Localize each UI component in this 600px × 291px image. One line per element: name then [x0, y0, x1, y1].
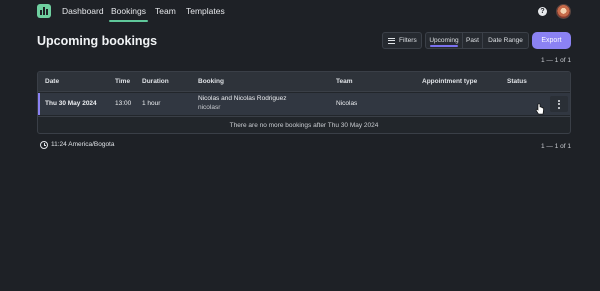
row-booking-title[interactable]: Nicolas and Nicolas Rodriguez [198, 95, 287, 103]
timezone-indicator: 11:24 America/Bogota [40, 141, 114, 149]
column-header-duration[interactable]: Duration [142, 78, 169, 86]
column-header-booking[interactable]: Booking [198, 78, 224, 86]
segment-date-range[interactable]: Date Range [483, 33, 528, 48]
table-header: Date Time Duration Booking Team Appointm… [38, 72, 570, 92]
mouse-cursor-icon [535, 103, 544, 115]
row-duration: 1 hour [142, 100, 161, 107]
row-more-options-icon[interactable] [550, 96, 568, 112]
filters-button[interactable]: Filters [382, 32, 422, 49]
app-logo-icon[interactable] [37, 4, 51, 18]
nav-item-dashboard[interactable]: Dashboard [62, 6, 104, 17]
column-header-appointment-type[interactable]: Appointment type [422, 78, 477, 86]
pagination-summary-bottom: 1 — 1 of 1 [541, 143, 571, 150]
column-header-status[interactable]: Status [507, 78, 527, 86]
table-footer-message: There are no more bookings after Thu 30 … [38, 116, 570, 133]
timezone-label: 11:24 America/Bogota [51, 141, 115, 148]
bookings-table: Date Time Duration Booking Team Appointm… [37, 71, 571, 134]
filters-icon [388, 37, 395, 44]
nav-item-bookings[interactable]: Bookings [109, 6, 148, 22]
column-header-team[interactable]: Team [336, 78, 353, 86]
filters-label: Filters [399, 37, 417, 44]
pagination-summary-top: 1 — 1 of 1 [541, 57, 571, 64]
top-nav: Dashboard Bookings Team Templates ? [0, 0, 600, 24]
clock-icon [40, 141, 48, 149]
nav-item-templates[interactable]: Templates [186, 6, 225, 17]
page-title: Upcoming bookings [37, 34, 158, 48]
row-booking-user: nicolasr [198, 104, 221, 111]
column-header-date[interactable]: Date [45, 78, 59, 86]
help-icon[interactable]: ? [538, 7, 547, 16]
segment-past[interactable]: Past [463, 33, 483, 48]
column-header-time[interactable]: Time [115, 78, 130, 86]
booking-range-segmented-control: Upcoming Past Date Range [425, 32, 529, 49]
table-row[interactable]: Thu 30 May 2024 13:00 1 hour Nicolas and… [38, 93, 570, 115]
segment-upcoming[interactable]: Upcoming [426, 33, 463, 48]
export-button[interactable]: Export [532, 32, 571, 49]
user-avatar[interactable] [556, 4, 571, 19]
row-time: 13:00 [115, 100, 132, 107]
nav-item-team[interactable]: Team [155, 6, 176, 17]
row-team: Nicolas [336, 100, 358, 107]
row-date: Thu 30 May 2024 [45, 100, 97, 107]
